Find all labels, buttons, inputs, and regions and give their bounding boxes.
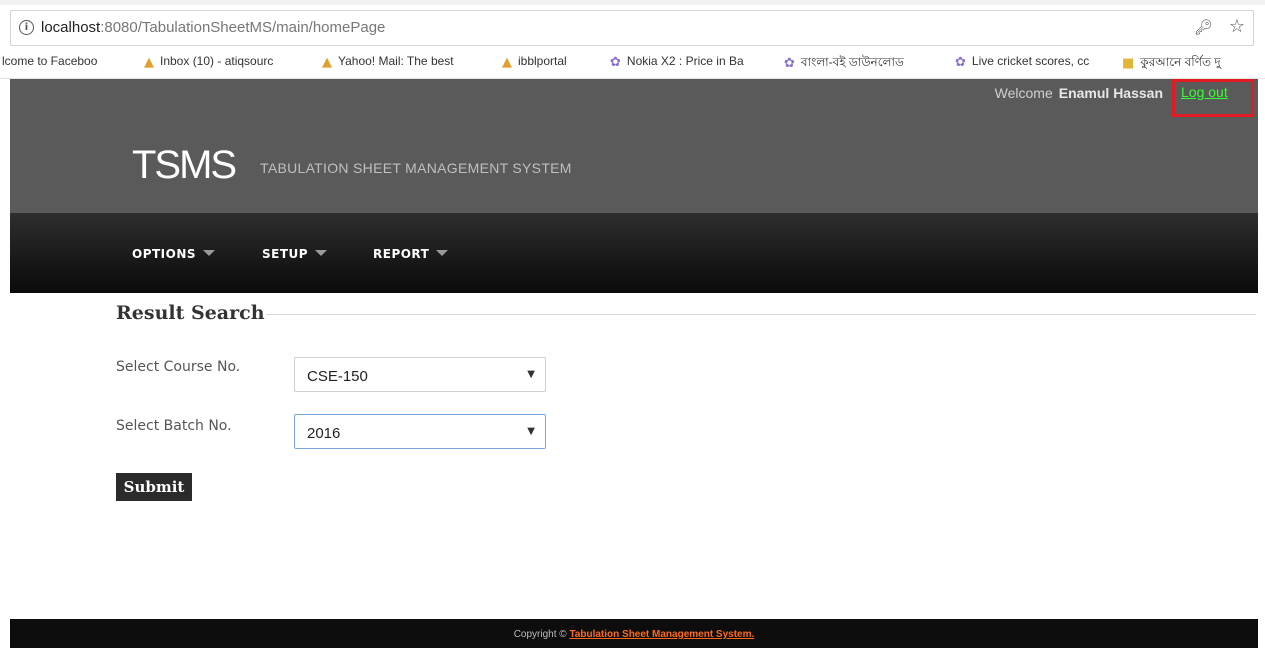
bookmark-label: Inbox (10) - atiqsourc <box>160 54 274 68</box>
star-icon[interactable]: ☆ <box>1229 16 1245 37</box>
bookmark-item[interactable]: ✿ Live cricket scores, cc <box>955 54 1089 70</box>
browser-address-area: i localhost:8080/TabulationSheetMS/main/… <box>0 0 1265 48</box>
nav-label: OPTIONS <box>132 247 197 261</box>
logout-link[interactable]: Log out <box>1181 84 1228 100</box>
batch-select-value: 2016 <box>307 425 341 442</box>
gear-icon: ✿ <box>784 56 795 71</box>
bookmark-item[interactable]: ▲ Yahoo! Mail: The best <box>322 54 454 70</box>
info-icon[interactable]: i <box>19 20 34 35</box>
nav-setup-menu[interactable]: SETUP <box>262 247 328 261</box>
bookmark-label: Live cricket scores, cc <box>971 54 1090 68</box>
gear-icon: ✿ <box>610 55 621 70</box>
course-select-value: CSE-150 <box>307 368 368 385</box>
batch-label: Select Batch No. <box>116 418 232 434</box>
url-path: :8080/TabulationSheetMS/main/homePage <box>100 19 386 36</box>
footer-link[interactable]: Tabulation Sheet Management System. <box>569 629 754 640</box>
gear-icon: ✿ <box>955 55 966 70</box>
nav-report-menu[interactable]: REPORT <box>373 247 449 261</box>
chevron-down-icon <box>315 250 328 256</box>
site-header: Welcome Enamul Hassan Log out TSMS TABULA… <box>10 79 1258 213</box>
bookmark-item[interactable]: ✿ Nokia X2 : Price in Ba <box>610 54 744 70</box>
nav-label: REPORT <box>373 247 430 261</box>
triangle-icon: ▲ <box>502 55 512 70</box>
bookmarks-bar: lcome to Faceboo ▲ Inbox (10) - atiqsourc… <box>0 48 1265 79</box>
chevron-down-icon <box>436 250 449 256</box>
batch-select[interactable]: 2016 ▼ <box>294 414 546 449</box>
course-select[interactable]: CSE-150 ▼ <box>294 357 546 392</box>
nav-label: SETUP <box>262 247 309 261</box>
site-logo[interactable]: TSMS <box>132 143 237 188</box>
bookmark-label: বাংলা-বই ডাউনলোড <box>800 55 904 69</box>
bookmark-label: ibblportal <box>518 54 567 68</box>
address-bar[interactable]: i localhost:8080/TabulationSheetMS/main/… <box>10 10 1254 46</box>
bookmark-label: lcome to Faceboo <box>2 54 98 68</box>
user-name: Enamul Hassan <box>1058 85 1163 101</box>
welcome-message: Welcome Enamul Hassan <box>995 85 1163 101</box>
main-nav: OPTIONS SETUP REPORT <box>10 213 1258 293</box>
nav-options-menu[interactable]: OPTIONS <box>132 247 216 261</box>
key-icon[interactable]: 🔑︎ <box>1194 18 1213 36</box>
triangle-icon: ▲ <box>322 55 332 70</box>
browser-tab-strip-edge <box>0 0 1265 5</box>
triangle-icon: ▲ <box>144 55 154 70</box>
copyright-text: Copyright © <box>513 629 567 640</box>
chevron-down-icon: ▼ <box>527 426 535 437</box>
footer-copyright: Copyright © Tabulation Sheet Management … <box>10 629 1258 640</box>
submit-button[interactable]: Submit <box>116 473 192 501</box>
url-host: localhost <box>41 19 101 36</box>
bookmark-item[interactable]: ✿ বাংলা-বই ডাউনলোড <box>784 54 904 74</box>
form-legend: Result Search <box>116 302 265 324</box>
bookmark-item[interactable]: ▲ ibblportal <box>502 54 567 70</box>
fieldset-border <box>266 314 1256 315</box>
site-footer: Copyright © Tabulation Sheet Management … <box>10 619 1258 648</box>
bookmark-label: Yahoo! Mail: The best <box>338 54 454 68</box>
bookmark-label: Nokia X2 : Price in Ba <box>626 54 744 68</box>
bookmark-label: কুরআনে বর্ণিত দু <box>1140 55 1221 69</box>
bookmark-item[interactable]: ■ কুরআনে বর্ণিত দু <box>1122 54 1221 74</box>
course-label: Select Course No. <box>116 359 241 375</box>
bookmark-item[interactable]: lcome to Faceboo <box>2 54 97 68</box>
url-text[interactable]: localhost:8080/TabulationSheetMS/main/ho… <box>41 19 385 36</box>
welcome-text: Welcome <box>994 85 1053 101</box>
chevron-down-icon: ▼ <box>527 369 535 380</box>
site-subtitle: TABULATION SHEET MANAGEMENT SYSTEM <box>260 160 572 176</box>
chevron-down-icon <box>203 250 216 256</box>
bookmark-item[interactable]: ▲ Inbox (10) - atiqsourc <box>144 54 273 70</box>
folder-icon: ■ <box>1122 56 1135 71</box>
